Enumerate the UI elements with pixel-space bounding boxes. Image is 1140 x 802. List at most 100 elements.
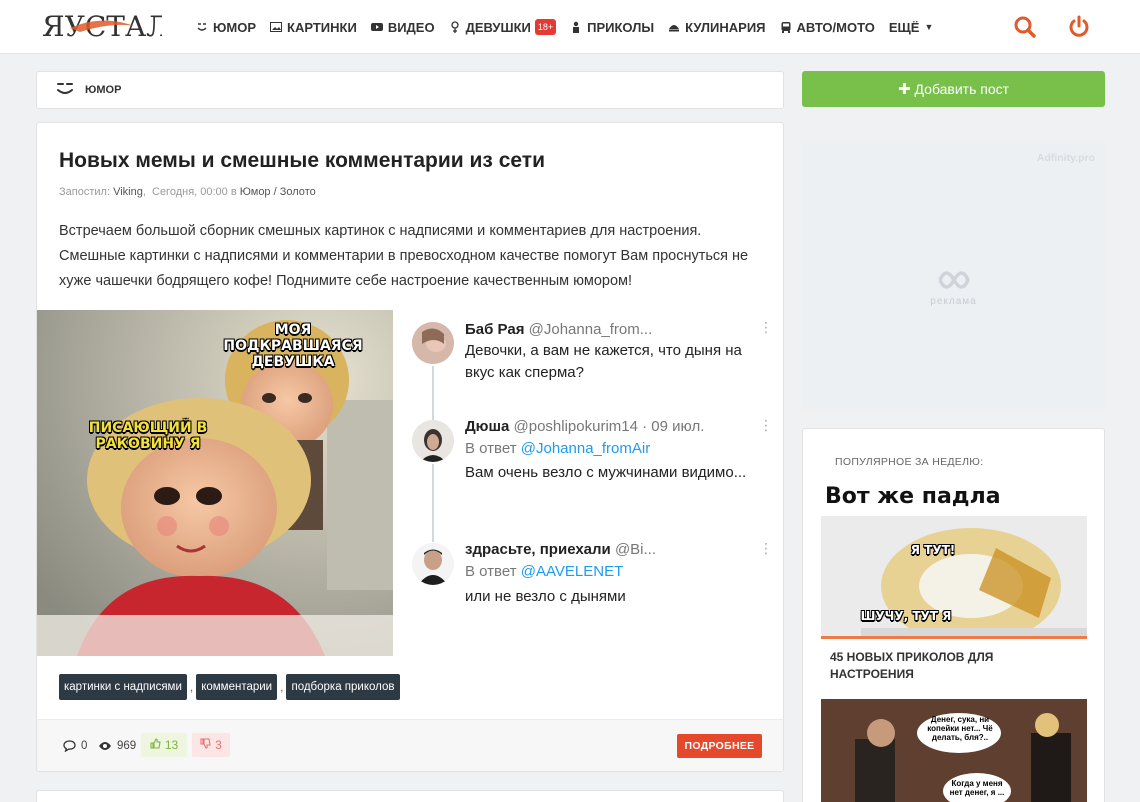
tweet-author: Баб Рая <box>465 321 525 338</box>
tweet-handle: @poshlipokurim14 · 09 июл. <box>513 418 705 435</box>
search-button[interactable] <box>1012 14 1038 40</box>
site-logo[interactable]: ЯУСТАЛ <box>42 8 170 46</box>
nav-item-label: ПРИКОЛЫ <box>587 19 655 35</box>
avatar <box>412 322 454 364</box>
eye-icon <box>99 742 111 750</box>
smile-icon <box>196 21 208 33</box>
posted-label: Запостил: <box>59 186 110 198</box>
views-count: 969 <box>117 740 137 752</box>
search-icon <box>1014 16 1036 38</box>
more-options-icon: ⋮ <box>759 319 773 335</box>
person-icon <box>570 21 582 33</box>
tweet-handle: @Bi... <box>614 541 657 558</box>
add-post-label: Добавить пост <box>914 81 1010 97</box>
post-date: Сегодня, 00:00 <box>152 186 228 198</box>
tweet-header: Баб Рая @Johanna_from... <box>465 321 652 338</box>
nav-item-video[interactable]: ВИДЕО <box>370 19 435 35</box>
tape-bottom-text: Шучу, тут я <box>860 609 952 624</box>
food-icon <box>668 21 680 33</box>
popular-item-image[interactable]: Денег, сука, ни копейки нет... Чё делать… <box>821 699 1087 802</box>
popular-widget: ПОПУЛЯРНОЕ ЗА НЕДЕЛЮ: Вот же падла Я тут… <box>802 428 1105 802</box>
post-title[interactable]: Новых мемы и смешные комментарии из сети <box>59 149 545 173</box>
tweet-handle: @Johanna_from... <box>528 321 653 338</box>
read-more-button[interactable]: ПОДРОБНЕЕ <box>677 734 762 758</box>
thumbs-down-icon <box>200 738 211 752</box>
category-sep: / <box>273 186 277 198</box>
reply-mention[interactable]: @AAVELENET <box>521 563 623 580</box>
post-card: Новых мемы и смешные комментарии из сети… <box>36 122 784 772</box>
post-meta: Запостил: Viking, Сегодня, 00:00 в Юмор … <box>59 186 316 198</box>
meme-image[interactable]: МОЯ ПОДКРАВШАЯСЯ ДЕВУШКА ПИСАЮЩИЙ В РАКО… <box>37 310 393 656</box>
tweet-text: Вам очень везло с мужчинами видимо... <box>465 464 747 481</box>
nav-item-cooking[interactable]: КУЛИНАРИЯ <box>668 19 766 35</box>
post-footer: 0 969 13 3 ПОДРОБНЕЕ <box>37 719 783 771</box>
popular-image-caption: Вот же падла <box>825 484 1001 509</box>
meme-caption-top: МОЯ ПОДКРАВШАЯСЯ ДЕВУШКА <box>223 322 363 371</box>
comments-stat[interactable]: 0 <box>63 740 87 752</box>
ad-brand: Adfinity.pro <box>1036 152 1095 164</box>
breadcrumb-label: ЮМОР <box>85 84 122 96</box>
more-options-icon: ⋮ <box>759 540 773 556</box>
female-icon <box>449 21 461 33</box>
tag-separator: , <box>280 680 284 694</box>
tweet-author: Дюша <box>465 418 510 435</box>
popular-item-title[interactable]: 45 новых приколов для настроения <box>830 649 1070 683</box>
reply-mention[interactable]: @Johanna_fromAir <box>521 440 650 457</box>
avatar <box>412 420 454 462</box>
nav-item-label: ДЕВУШКИ <box>465 19 531 35</box>
avatar <box>412 543 454 585</box>
subcategory-link[interactable]: Золото <box>280 186 316 198</box>
nav-item-more[interactable]: ЕЩЁ ▼ <box>889 20 934 35</box>
smile-icon <box>55 80 75 101</box>
like-button[interactable]: 13 <box>141 733 187 757</box>
nav-item-label: АВТО/МОТО <box>796 19 875 35</box>
reply-label: В ответ <box>465 563 517 580</box>
tweet-header: здрасьте, приехали @Bi... <box>465 541 656 558</box>
meme-caption-left: ПИСАЮЩИЙ В РАКОВИНУ Я <box>88 420 208 453</box>
main-nav: ЮМОР КАРТИНКИ ВИДЕО ДЕВУШКИ 18+ ПРИКОЛЫ … <box>196 0 947 54</box>
nav-item-label: КАРТИНКИ <box>287 19 357 35</box>
image-icon <box>270 21 283 33</box>
nav-item-label: ЕЩЁ <box>888 19 920 35</box>
plus-icon: ✚ <box>897 81 911 98</box>
car-icon <box>780 21 792 33</box>
nav-item-girls[interactable]: ДЕВУШКИ 18+ <box>449 19 557 35</box>
more-options-icon: ⋮ <box>759 417 773 433</box>
views-stat: 969 <box>98 740 136 752</box>
adult-badge: 18+ <box>534 19 557 35</box>
nav-item-humor[interactable]: ЮМОР <box>196 20 256 35</box>
category-link[interactable]: Юмор <box>240 186 271 198</box>
add-post-button[interactable]: ✚ Добавить пост <box>802 71 1105 107</box>
category-breadcrumb[interactable]: ЮМОР <box>36 71 784 109</box>
next-post-card <box>36 790 784 802</box>
tweet-thread[interactable]: Баб Рая @Johanna_from... ⋮ Девочки, а ва… <box>407 310 783 656</box>
tweet-text: или не везло с дынями <box>465 588 626 605</box>
youtube-icon <box>370 21 383 33</box>
login-button[interactable] <box>1066 14 1092 40</box>
infinity-icon <box>938 271 970 289</box>
nav-item-label: ВИДЕО <box>387 19 435 35</box>
nav-item-label: ЮМОР <box>213 19 257 35</box>
nav-item-label: КУЛИНАРИЯ <box>685 19 766 35</box>
nav-item-jokes[interactable]: ПРИКОЛЫ <box>570 20 654 35</box>
thumbs-up-icon <box>150 738 161 752</box>
reply-label: В ответ <box>465 440 517 457</box>
tag-link[interactable]: подборка приколов <box>286 674 400 700</box>
nav-item-pictures[interactable]: КАРТИНКИ <box>270 20 357 35</box>
ad-banner[interactable]: Adfinity.pro реклама <box>802 142 1105 410</box>
logo-graphic: ЯУСТАЛ <box>42 10 170 43</box>
tag-link[interactable]: картинки с надписями <box>59 674 187 700</box>
tweet-author: здрасьте, приехали <box>465 541 611 558</box>
comment-icon <box>63 740 76 752</box>
site-header: ЯУСТАЛ ЮМОР КАРТИНКИ ВИДЕО ДЕВУШКИ 18+ П… <box>0 0 1140 54</box>
author-link[interactable]: Viking <box>113 186 143 198</box>
tag-link[interactable]: комментарии <box>196 674 278 700</box>
popular-item-image[interactable]: Я тут! Шучу, тут я <box>821 516 1087 638</box>
thread-line <box>432 366 434 420</box>
dislike-button[interactable]: 3 <box>192 733 230 757</box>
thread-line <box>432 464 434 542</box>
nav-item-auto[interactable]: АВТО/МОТО <box>780 20 875 35</box>
post-excerpt: Встречаем большой сборник смешных картин… <box>59 223 749 289</box>
chevron-down-icon: ▼ <box>924 22 934 32</box>
ad-label: реклама <box>930 296 977 307</box>
